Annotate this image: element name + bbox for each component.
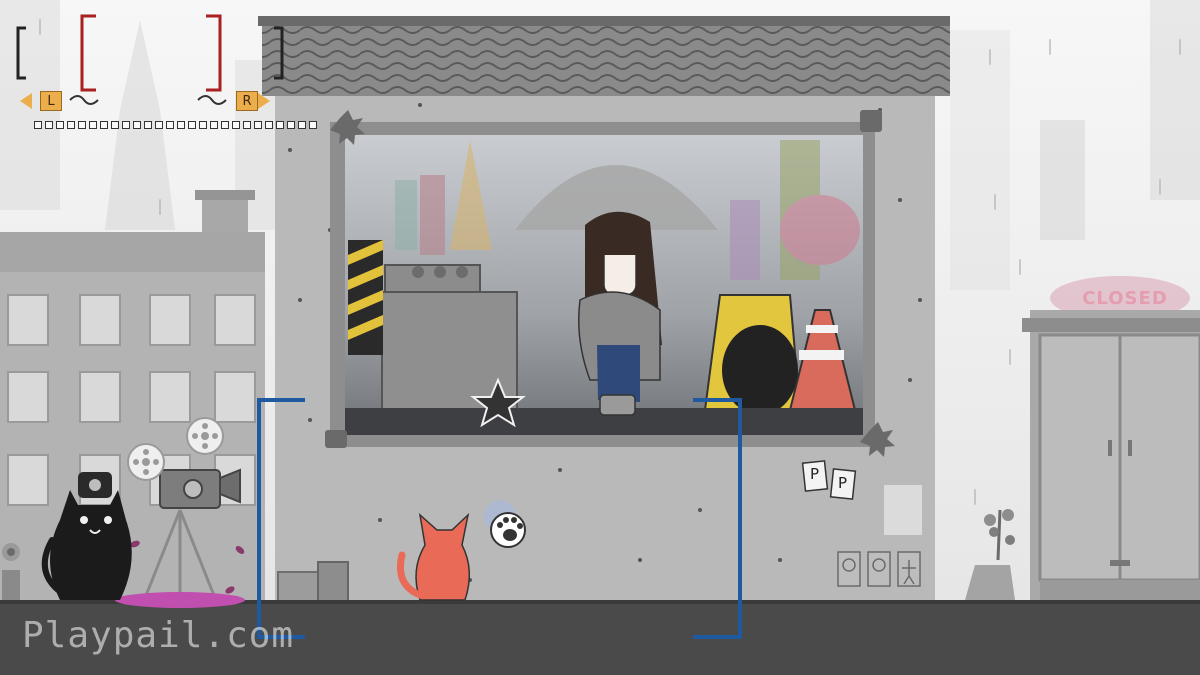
progress-segment [166, 121, 174, 129]
progress-segment [309, 121, 317, 129]
progress-segment [276, 121, 284, 129]
progress-segment [155, 121, 163, 129]
progress-segment [210, 121, 218, 129]
progress-segment [45, 121, 53, 129]
progress-segment [298, 121, 306, 129]
progress-segment [133, 121, 141, 129]
shop-awning [258, 16, 950, 96]
p-card-label: P [810, 465, 820, 483]
progress-segment [100, 121, 108, 129]
watermark: Playpail.com [22, 615, 295, 656]
left-key-button[interactable]: L [40, 91, 62, 111]
progress-segment [243, 121, 251, 129]
scene-illustration [0, 0, 1200, 675]
progress-segment [232, 121, 240, 129]
closed-sign: CLOSED [1082, 288, 1168, 309]
progress-segment [265, 121, 273, 129]
right-key-button[interactable]: R [236, 91, 258, 111]
progress-segment [254, 121, 262, 129]
progress-segment [287, 121, 295, 129]
shop-window [330, 122, 875, 447]
progress-segment [122, 121, 130, 129]
flower-icon [2, 543, 20, 600]
arrow-right-icon[interactable] [258, 93, 270, 109]
vending-machine [1022, 276, 1200, 600]
progress-segment [177, 121, 185, 129]
apartment-building [0, 190, 265, 602]
photo-progress [34, 121, 317, 129]
progress-segment [67, 121, 75, 129]
progress-segment [199, 121, 207, 129]
game-scene: P P L R CLOSED Playpail.com [0, 0, 1200, 675]
progress-segment [111, 121, 119, 129]
progress-segment [56, 121, 64, 129]
progress-segment [188, 121, 196, 129]
progress-segment [78, 121, 86, 129]
progress-segment [34, 121, 42, 129]
p-card-label: P [838, 474, 848, 492]
progress-segment [221, 121, 229, 129]
arrow-left-icon[interactable] [20, 93, 32, 109]
progress-segment [144, 121, 152, 129]
progress-segment [89, 121, 97, 129]
